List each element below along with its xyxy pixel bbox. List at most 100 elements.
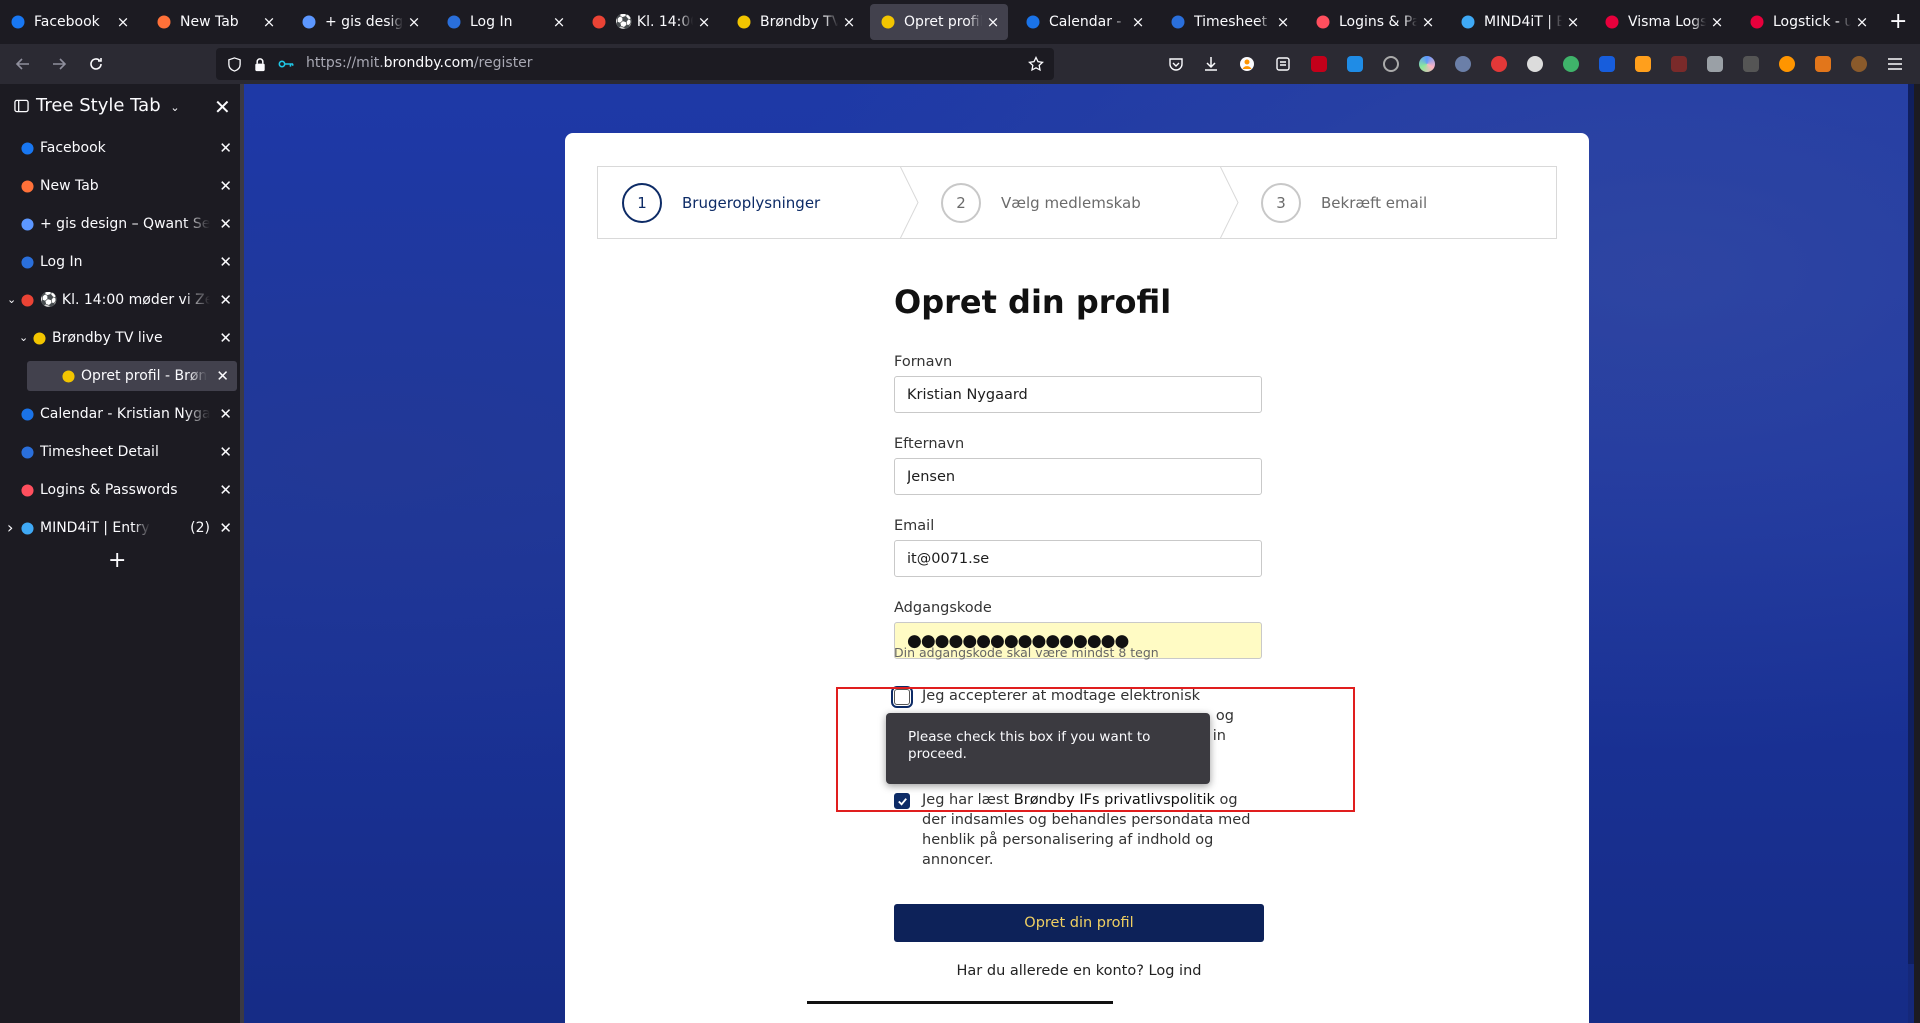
forward-button[interactable] [47,52,71,76]
ublock-extension-icon[interactable] [1311,56,1327,72]
browser-tab[interactable]: Facebook × [0,4,138,40]
url-bar[interactable]: https://mit.brondby.com/register [216,48,1054,80]
cube-extension-icon[interactable] [1707,56,1723,72]
sidebar-tab-item[interactable]: Opret profil - Brøndby ✕ [27,361,237,391]
lightning-extension-icon[interactable] [1779,56,1795,72]
pocket-icon[interactable] [1168,56,1184,72]
close-tab-icon[interactable]: ✕ [219,139,232,157]
close-tab-icon[interactable]: × [842,13,856,31]
close-tab-icon[interactable]: × [1276,13,1290,31]
browser-tab[interactable]: MIND4iT | Ent× [1450,4,1588,40]
close-tab-icon[interactable]: × [1131,13,1145,31]
privacy-badger-extension-icon[interactable] [1383,56,1399,72]
browser-tab[interactable]: Log In × [436,4,574,40]
tree-collapsed-twisty-icon[interactable]: › [7,518,13,537]
close-tab-icon[interactable]: × [116,13,130,31]
close-tab-icon[interactable]: ✕ [219,215,232,233]
create-profile-button[interactable]: Opret din profil [894,904,1264,942]
browser-tab[interactable]: New Tab × [146,4,284,40]
reader-view-icon[interactable] [1275,56,1291,72]
sidebar-tab-item[interactable]: Brøndby TV live ✕ [0,323,240,353]
sidebar-title[interactable]: Tree Style Tab ⌄ [36,95,180,116]
close-tab-icon[interactable]: ✕ [219,405,232,423]
close-tab-icon[interactable]: ✕ [219,177,232,195]
sidebar-tab-item[interactable]: Log In ✕ [0,247,240,277]
close-tab-icon[interactable]: × [1710,13,1724,31]
step-divider-chevron [1220,166,1239,239]
firstname-input[interactable] [894,376,1262,413]
skype-extension-icon[interactable] [1347,56,1363,72]
login-link[interactable]: Har du allerede en konto? Log ind [894,963,1264,979]
key-icon[interactable] [278,56,294,72]
close-tab-icon[interactable]: ✕ [219,443,232,461]
bitwarden-extension-icon[interactable] [1599,56,1615,72]
brown-extension-icon[interactable] [1851,56,1867,72]
close-tab-icon[interactable]: × [1855,13,1869,31]
step-membership: 2 Vælg medlemskab [941,167,1141,238]
sidebar-tab-item[interactable]: Timesheet Detail ✕ [0,437,240,467]
close-tab-icon[interactable]: × [697,13,711,31]
scrollbar-thumb[interactable] [1908,84,1914,964]
tab-title: Opret profil - [904,14,982,30]
downloads-icon[interactable] [1203,56,1219,72]
step-number: 2 [941,182,981,223]
grid-extension-icon[interactable] [1743,56,1759,72]
tree-expanded-twisty-icon[interactable]: ⌄ [19,331,28,344]
sidebar-tab-item[interactable]: + gis design – Qwant Search ✕ [0,209,240,239]
back-button[interactable] [11,52,35,76]
metamask-extension-icon[interactable] [1815,56,1831,72]
url-text[interactable]: https://mit.brondby.com/register [306,55,533,71]
globe-icon [446,14,462,30]
close-tab-icon[interactable]: ✕ [219,329,232,347]
page-scrollbar[interactable] [1908,84,1914,1023]
browser-tab[interactable]: Logins & Pass× [1305,4,1443,40]
sidebar-tab-item[interactable]: Logins & Passwords ✕ [0,475,240,505]
sidebar-tab-item[interactable]: Facebook ✕ [0,133,240,163]
browser-tab[interactable]: Logstick - us× [1739,4,1877,40]
sidebar-tab-item[interactable]: Calendar - Kristian Nygaard ✕ [0,399,240,429]
sidebar-tab-item[interactable]: MIND4iT | Entry (2) ✕ [0,513,240,543]
close-tab-icon[interactable]: × [262,13,276,31]
browser-tab[interactable]: Visma Logstic× [1594,4,1732,40]
close-tab-icon[interactable]: ✕ [216,367,229,385]
email-input[interactable] [894,540,1262,577]
close-tab-icon[interactable]: ✕ [219,253,232,271]
sidebar-new-tab-button[interactable]: + [108,548,126,573]
tree-expanded-twisty-icon[interactable]: ⌄ [7,293,16,306]
new-tab-button[interactable]: + [1889,9,1907,34]
close-tab-icon[interactable]: × [1566,13,1580,31]
close-tab-icon[interactable]: ✕ [219,291,232,309]
browser-tab[interactable]: Opret profil -× [870,4,1008,40]
green-extension-icon[interactable] [1563,56,1579,72]
browser-tab[interactable]: Brøndby TV li× [726,4,864,40]
browser-tab[interactable]: Calendar - Kr× [1015,4,1153,40]
bookmark-star-icon[interactable] [1028,56,1044,72]
close-tab-icon[interactable]: × [986,13,1000,31]
calendar-icon [20,407,34,421]
tracking-shield-icon[interactable] [226,56,242,72]
browser-tab[interactable]: + gis design× [291,4,429,40]
red-extension-icon[interactable] [1491,56,1507,72]
mountain-extension-icon[interactable] [1527,56,1543,72]
qwant-extension-icon[interactable] [1419,56,1435,72]
page-title: Opret din profil [894,283,1172,321]
browser-tab[interactable]: Timesheet De× [1160,4,1298,40]
close-tab-icon[interactable]: ✕ [219,519,232,537]
blocked-extension-icon[interactable] [1671,56,1687,72]
close-tab-icon[interactable]: × [552,13,566,31]
sidebar-close-icon[interactable]: ✕ [214,95,231,119]
sidebar-tab-item[interactable]: ⚽ Kl. 14:00 møder vi Zenit ✕ [0,285,240,315]
brondby-icon [736,14,752,30]
menu-hamburger-icon[interactable] [1887,56,1903,72]
close-tab-icon[interactable]: ✕ [219,481,232,499]
close-tab-icon[interactable]: × [407,13,421,31]
lastname-input[interactable] [894,458,1262,495]
orange-extension-icon[interactable] [1635,56,1651,72]
browser-tab[interactable]: ⚽ Kl. 14:00 m× [581,4,719,40]
reload-button[interactable] [84,52,108,76]
sidebar-tab-item[interactable]: New Tab ✕ [0,171,240,201]
close-tab-icon[interactable]: × [1421,13,1435,31]
cursor-extension-icon[interactable] [1455,56,1471,72]
account-icon[interactable] [1239,56,1255,72]
lock-icon[interactable] [252,56,268,72]
